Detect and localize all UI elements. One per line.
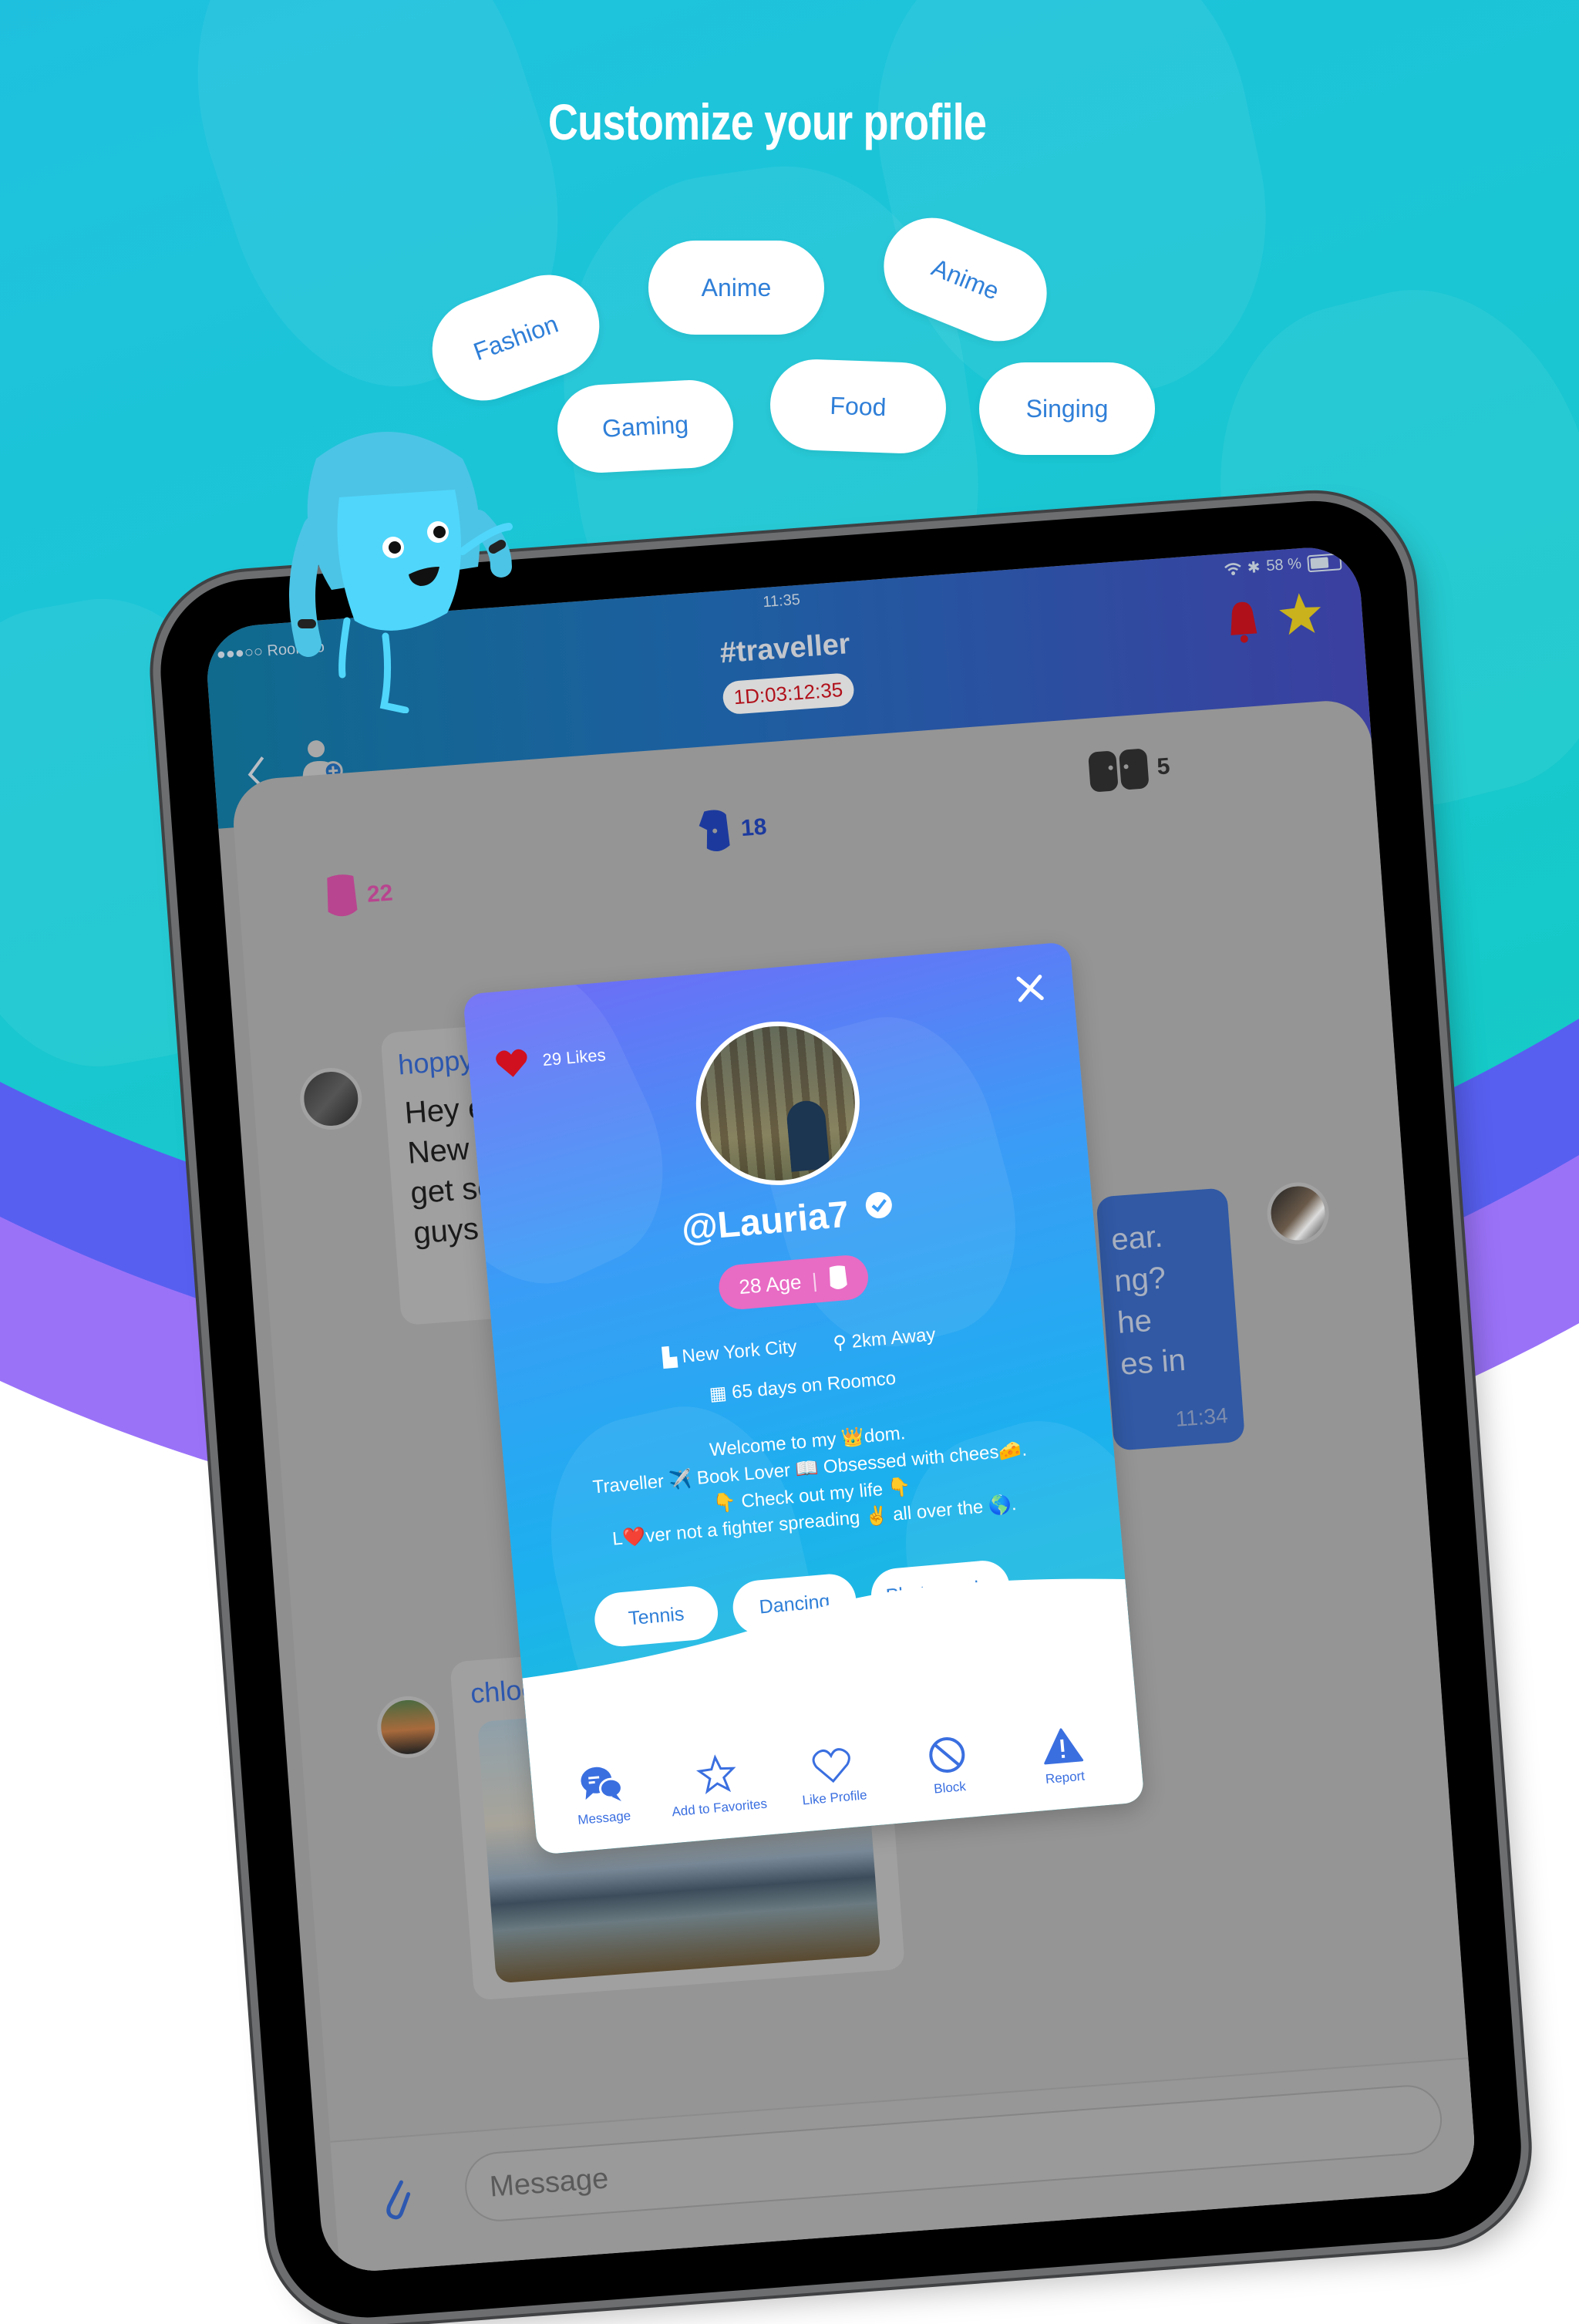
report-action[interactable]: Report	[1007, 1723, 1119, 1790]
interest-chip-anime[interactable]: Anime	[648, 241, 824, 335]
paperclip-icon[interactable]	[379, 2174, 413, 2222]
room-countdown: 1D:03:12:35	[722, 672, 855, 716]
verified-badge-icon	[866, 1191, 893, 1218]
like-profile-action[interactable]: Like Profile	[776, 1743, 889, 1810]
block-action[interactable]: Block	[891, 1731, 1004, 1800]
avatar-chloe[interactable]	[375, 1694, 442, 1760]
mascot-character	[289, 432, 513, 713]
bluetooth-icon: ✱	[1246, 558, 1261, 578]
calendar-icon: ▦	[708, 1383, 728, 1406]
interest-chip-gaming[interactable]: Gaming	[555, 378, 736, 475]
bell-icon[interactable]	[1222, 598, 1264, 647]
message-time: 11:34	[1174, 1403, 1229, 1432]
message-input[interactable]: Message	[463, 2083, 1445, 2224]
add-to-favorites-action[interactable]: Add to Favorites	[661, 1750, 773, 1820]
battery-icon	[1307, 552, 1342, 572]
group-count-black[interactable]: 5	[1086, 743, 1172, 796]
heart-outline-icon	[812, 1748, 850, 1783]
group-count-blue[interactable]: 18	[696, 804, 769, 855]
building-icon: ▙	[662, 1346, 678, 1369]
blue-mask-icon	[699, 810, 730, 852]
warning-icon	[1044, 1728, 1084, 1765]
heart-icon	[496, 1049, 527, 1077]
chat-bubbles-icon	[581, 1767, 623, 1802]
block-icon	[929, 1736, 965, 1773]
battery-percent: 58 %	[1265, 554, 1302, 575]
headline: Customize your profile	[547, 93, 987, 150]
message-action[interactable]: Message	[546, 1760, 658, 1831]
pink-mask-icon	[829, 1265, 847, 1289]
profile-card: 29 Likes @Lauria7 28 Age | ▙ New York Ci…	[463, 941, 1145, 1855]
avatar-self[interactable]	[1264, 1180, 1332, 1247]
star-icon[interactable]	[1276, 589, 1325, 638]
wifi-icon	[1224, 562, 1241, 575]
black-mask-icon	[1088, 749, 1149, 792]
interest-chip-food[interactable]: Food	[769, 358, 948, 455]
pink-mask-icon	[327, 874, 358, 917]
group-count-pink[interactable]: 22	[322, 870, 395, 921]
avatar-hoppy-dude[interactable]	[298, 1066, 365, 1132]
location-pin-icon: ⚲	[832, 1332, 848, 1354]
status-icons: ✱ 58 %	[1224, 551, 1342, 579]
interest-chip-singing[interactable]: Singing	[979, 362, 1155, 455]
profile-avatar[interactable]	[689, 1015, 867, 1192]
composer: Message	[330, 2057, 1478, 2274]
star-outline-icon	[696, 1754, 736, 1794]
close-icon[interactable]	[1013, 972, 1046, 1005]
message-self: ear. ng? he es in 11:34	[1096, 1187, 1246, 1451]
